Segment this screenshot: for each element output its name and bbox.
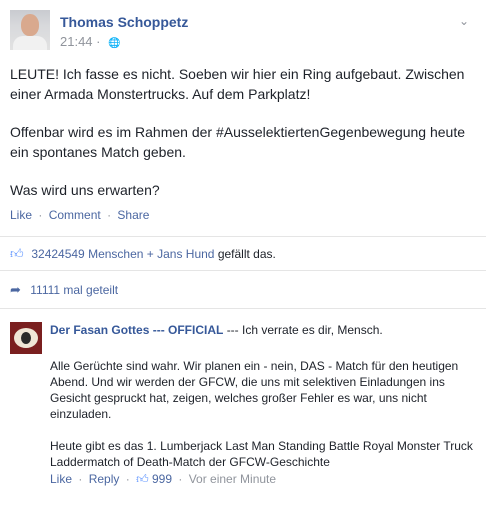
comment-text: Alle Gerüchte sind wahr. Wir planen ein …	[50, 358, 476, 470]
meta-separator: ·	[96, 34, 101, 49]
commenter-name[interactable]: Der Fasan Gottes --- OFFICIAL	[50, 323, 223, 337]
comment-body: Der Fasan Gottes --- OFFICIAL --- Ich ve…	[50, 322, 476, 486]
likers-link[interactable]: 32424549 Menschen + Jans Hund	[31, 247, 214, 261]
post-meta: 21:44 · 🌐	[60, 34, 121, 49]
comment-link[interactable]: Comment	[49, 208, 101, 222]
share-link[interactable]: Share	[117, 208, 149, 222]
action-separator: ·	[178, 472, 183, 486]
comment-paragraph: Alle Gerüchte sind wahr. Wir planen ein …	[50, 359, 459, 421]
post-header: Thomas Schoppetz 21:44 · 🌐 ⌄	[10, 8, 476, 54]
comment-header: Der Fasan Gottes --- OFFICIAL --- Ich ve…	[50, 322, 476, 338]
avatar-bird-head	[21, 332, 31, 344]
share-arrow-icon: ➦	[10, 282, 21, 297]
likes-suffix: gefällt das.	[217, 247, 276, 261]
globe-icon: 🌐	[108, 38, 121, 49]
author-avatar[interactable]	[10, 10, 50, 50]
thumbs-up-icon: 👍︎	[10, 246, 24, 261]
comment-reply-link[interactable]: Reply	[89, 472, 120, 486]
action-separator: ·	[38, 208, 43, 222]
action-separator: ·	[107, 208, 112, 222]
post-body: LEUTE! Ich fasse es nicht. Soeben wir hi…	[10, 64, 476, 218]
comment-inline-text: --- Ich verrate es dir, Mensch.	[226, 323, 383, 337]
divider	[0, 270, 486, 271]
chevron-down-icon[interactable]: ⌄	[456, 14, 472, 28]
post-timestamp[interactable]: 21:44	[60, 34, 93, 49]
divider	[0, 236, 486, 237]
post-paragraph: Offenbar wird es im Rahmen der #Ausselek…	[10, 124, 466, 160]
thumbs-up-icon: 👍︎	[136, 472, 149, 486]
like-link[interactable]: Like	[10, 208, 32, 222]
comment-like-count[interactable]: 999	[152, 472, 172, 486]
commenter-avatar[interactable]	[10, 322, 42, 354]
post-card: Thomas Schoppetz 21:44 · 🌐 ⌄ LEUTE! Ich …	[0, 0, 486, 511]
action-separator: ·	[125, 472, 130, 486]
post-actions: Like · Comment · Share	[10, 208, 149, 222]
comment-timestamp[interactable]: Vor einer Minute	[189, 472, 276, 486]
shares-summary[interactable]: ➦ 11111 mal geteilt	[10, 282, 118, 298]
action-separator: ·	[78, 472, 83, 486]
shares-count[interactable]: 11111 mal geteilt	[30, 283, 118, 297]
comment-paragraph: Heute gibt es das 1. Lumberjack Last Man…	[50, 439, 473, 469]
post-paragraph: LEUTE! Ich fasse es nicht. Soeben wir hi…	[10, 66, 465, 102]
post-paragraph: Was wird uns erwarten?	[10, 182, 160, 198]
post-author-name[interactable]: Thomas Schoppetz	[60, 14, 188, 30]
likes-summary: 👍︎ 32424549 Menschen + Jans Hund gefällt…	[10, 246, 276, 262]
comment-like-link[interactable]: Like	[50, 472, 72, 486]
divider	[0, 308, 486, 309]
avatar-face	[21, 14, 39, 36]
avatar-shirt	[13, 36, 47, 50]
comment-actions: Like · Reply · 👍︎ 999 · Vor einer Minute	[50, 472, 276, 487]
